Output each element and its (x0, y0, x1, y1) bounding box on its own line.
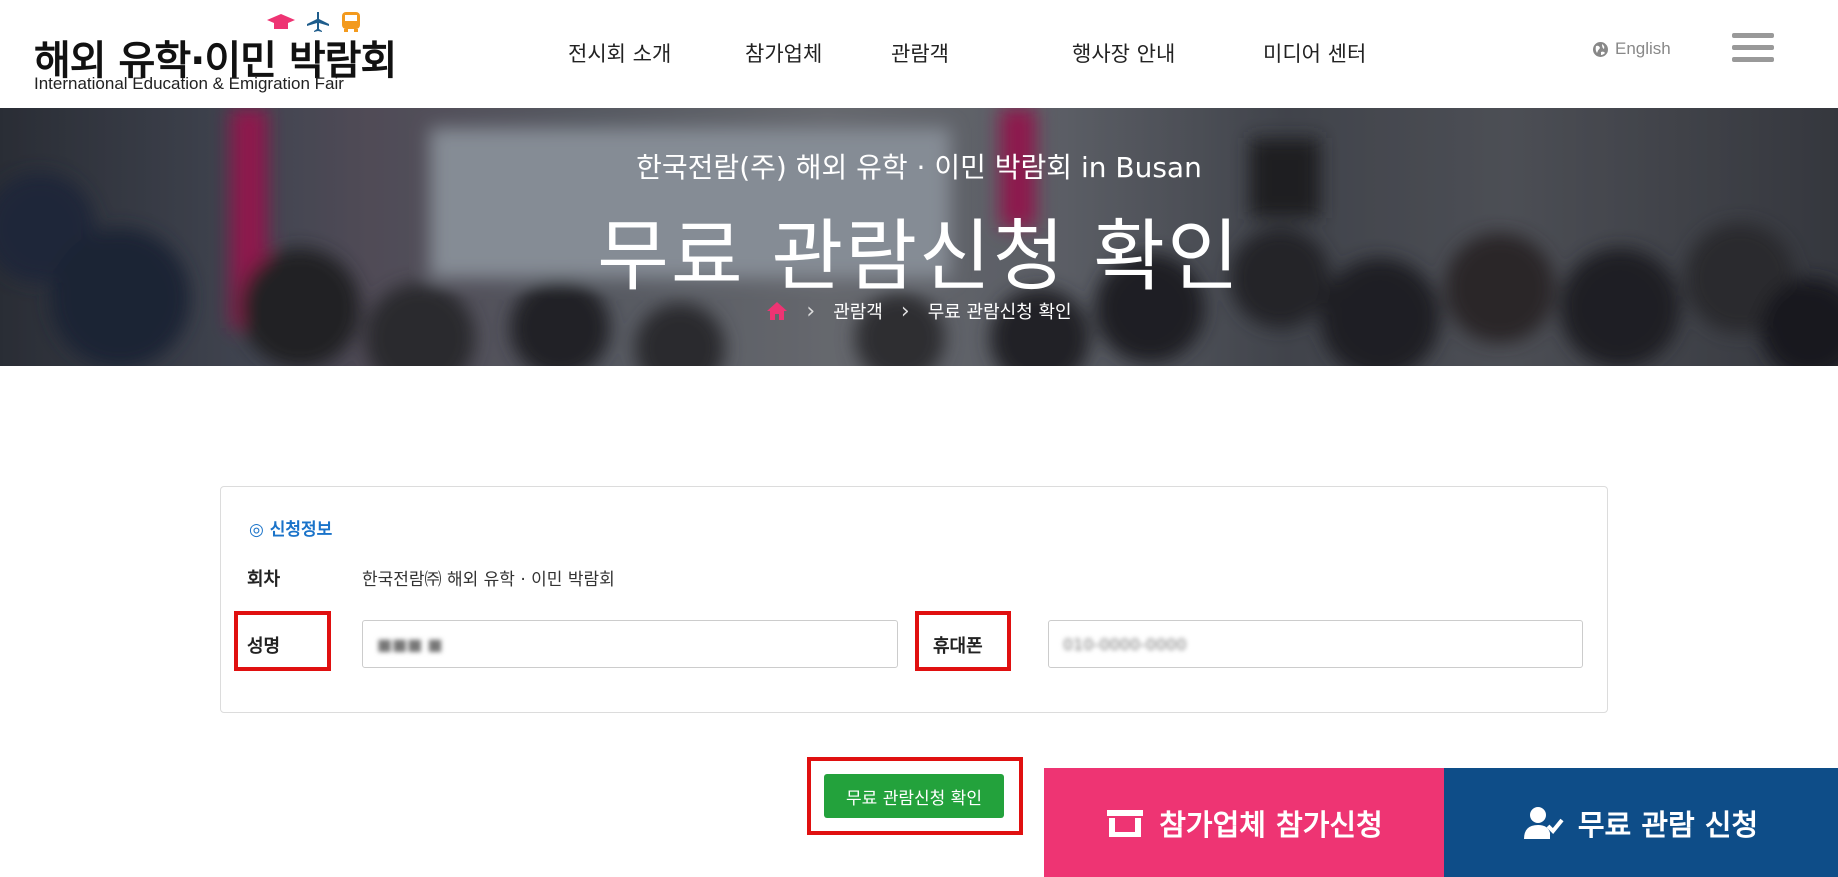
site-header: 해외 유학·이민 박람회 International Education & E… (0, 0, 1838, 108)
page: 해외 유학·이민 박람회 International Education & E… (0, 0, 1838, 877)
store-icon (1107, 809, 1144, 837)
nav-item-media[interactable]: 미디어 센터 (1263, 38, 1366, 68)
visitor-apply-button[interactable]: 무료 관람 신청 (1444, 768, 1838, 877)
language-switch[interactable]: English (1592, 39, 1671, 59)
breadcrumb-current: 무료 관람신청 확인 (927, 302, 1072, 323)
nav-item-visitors[interactable]: 관람객 (891, 38, 949, 68)
session-value: 한국전람㈜ 해외 유학 · 이민 박람회 (362, 570, 615, 590)
highlight-phone-label (915, 611, 1011, 671)
language-label: English (1615, 39, 1671, 58)
main-nav: 전시회 소개 참가업체 관람객 행사장 안내 미디어 센터 (0, 0, 1838, 102)
exhibitor-apply-label: 참가업체 참가신청 (1159, 807, 1383, 842)
user-check-icon (1523, 806, 1564, 839)
page-title: 무료 관람신청 확인 (597, 212, 1241, 302)
home-icon[interactable] (766, 301, 788, 321)
menu-hamburger-icon[interactable] (1732, 33, 1774, 67)
phone-value: 010-0000-0000 (1063, 634, 1187, 654)
application-info-panel: ◎ 신청정보 회차 한국전람㈜ 해외 유학 · 이민 박람회 성명 ■■■ ■ … (220, 486, 1608, 713)
breadcrumb-visitors[interactable]: 관람객 (833, 298, 883, 324)
nav-item-exhibition[interactable]: 전시회 소개 (568, 38, 671, 68)
globe-icon (1593, 41, 1608, 57)
hero-banner: 한국전람(주) 해외 유학 · 이민 박람회 in Busan 무료 관람신청 … (0, 108, 1838, 366)
nav-item-venue[interactable]: 행사장 안내 (1072, 38, 1175, 68)
exhibitor-apply-button[interactable]: 참가업체 참가신청 (1044, 768, 1444, 877)
name-value: ■■■ ■ (377, 634, 443, 654)
chevron-right-icon: › (900, 298, 910, 324)
chevron-right-icon: › (806, 298, 816, 324)
highlight-name-label (234, 611, 331, 671)
nav-item-exhibitors[interactable]: 참가업체 (745, 38, 822, 68)
phone-field[interactable]: 010-0000-0000 (1048, 620, 1583, 668)
hero-subtitle: 한국전람(주) 해외 유학 · 이민 박람회 in Busan (636, 151, 1202, 184)
session-label: 회차 (247, 569, 281, 590)
breadcrumb: › 관람객 › 무료 관람신청 확인 (0, 298, 1838, 324)
visitor-apply-label: 무료 관람 신청 (1577, 807, 1759, 842)
name-field[interactable]: ■■■ ■ (362, 620, 898, 668)
confirm-application-button[interactable]: 무료 관람신청 확인 (824, 774, 1004, 818)
section-title: ◎ 신청정보 (249, 520, 333, 540)
